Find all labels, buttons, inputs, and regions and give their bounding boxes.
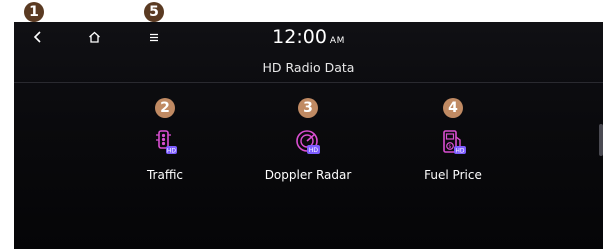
scrollbar[interactable] [599,124,603,156]
traffic-button[interactable]: 2 HD Traffic [100,98,230,190]
clock-time: 12:00 [272,26,327,48]
radar-hd-icon: HD [296,130,320,154]
clock: 12:00 AM [14,26,603,48]
svg-text:HD: HD [167,147,177,154]
traffic-label: Traffic [146,168,184,182]
doppler-radar-button[interactable]: 3 HD Doppler Radar [243,98,373,190]
page-title: HD Radio Data [262,60,355,75]
callout-menu: 5 [144,2,164,22]
traffic-light-hd-icon: HD [156,130,177,154]
svg-text:HD: HD [309,147,319,154]
fuel-price-button[interactable]: 4 $ HD Fuel Price [388,98,518,190]
callout-fuel: 4 [443,98,463,118]
header-divider [14,82,603,83]
status-bar: 12:00 AM [14,22,603,52]
callout-doppler: 3 [298,98,318,118]
svg-text:$: $ [448,144,451,150]
doppler-radar-label: Doppler Radar [264,168,352,182]
hd-radio-data-screen: 12:00 AM HD Radio Data 2 HD Traffic 3 HD … [14,22,603,249]
clock-ampm: AM [329,36,345,46]
callout-back: 1 [24,2,44,22]
fuel-price-label: Fuel Price [424,168,482,182]
fuel-pump-hd-icon: $ HD [443,130,466,154]
callout-traffic: 2 [155,98,175,118]
svg-text:HD: HD [455,147,465,154]
